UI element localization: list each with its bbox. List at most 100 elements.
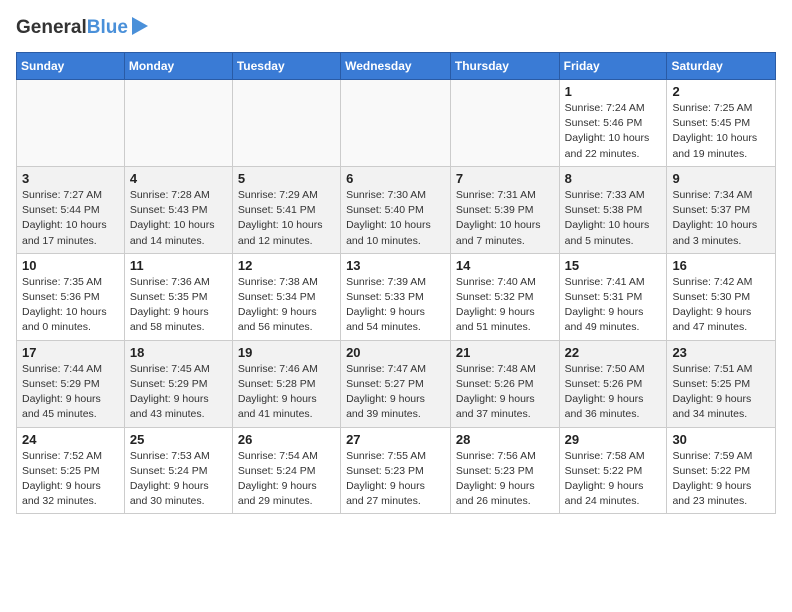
day-info: Sunrise: 7:48 AM Sunset: 5:26 PM Dayligh… bbox=[456, 362, 554, 423]
day-info: Sunrise: 7:40 AM Sunset: 5:32 PM Dayligh… bbox=[456, 275, 554, 336]
day-cell: 29 Sunrise: 7:58 AM Sunset: 5:22 PM Dayli… bbox=[559, 427, 667, 514]
weekday-header-row: SundayMondayTuesdayWednesdayThursdayFrid… bbox=[17, 53, 776, 80]
day-cell: 15 Sunrise: 7:41 AM Sunset: 5:31 PM Dayli… bbox=[559, 253, 667, 340]
day-number: 19 bbox=[238, 345, 335, 360]
calendar-table: SundayMondayTuesdayWednesdayThursdayFrid… bbox=[16, 52, 776, 514]
weekday-header-monday: Monday bbox=[124, 53, 232, 80]
logo-arrow-icon bbox=[132, 17, 148, 40]
day-number: 29 bbox=[565, 432, 662, 447]
day-number: 14 bbox=[456, 258, 554, 273]
day-number: 26 bbox=[238, 432, 335, 447]
day-cell: 18 Sunrise: 7:45 AM Sunset: 5:29 PM Dayli… bbox=[124, 340, 232, 427]
day-info: Sunrise: 7:52 AM Sunset: 5:25 PM Dayligh… bbox=[22, 449, 119, 510]
day-cell: 16 Sunrise: 7:42 AM Sunset: 5:30 PM Dayli… bbox=[667, 253, 776, 340]
day-info: Sunrise: 7:29 AM Sunset: 5:41 PM Dayligh… bbox=[238, 188, 335, 249]
day-number: 23 bbox=[672, 345, 770, 360]
day-cell: 11Sunrise: 7:36 AM Sunset: 5:35 PM Dayli… bbox=[124, 253, 232, 340]
day-cell: 7Sunrise: 7:31 AM Sunset: 5:39 PM Daylig… bbox=[450, 166, 559, 253]
day-cell: 6 Sunrise: 7:30 AM Sunset: 5:40 PM Daylig… bbox=[341, 166, 451, 253]
day-info: Sunrise: 7:33 AM Sunset: 5:38 PM Dayligh… bbox=[565, 188, 662, 249]
day-info: Sunrise: 7:39 AM Sunset: 5:33 PM Dayligh… bbox=[346, 275, 445, 336]
week-row-3: 10Sunrise: 7:35 AM Sunset: 5:36 PM Dayli… bbox=[17, 253, 776, 340]
day-cell: 20 Sunrise: 7:47 AM Sunset: 5:27 PM Dayli… bbox=[341, 340, 451, 427]
day-number: 24 bbox=[22, 432, 119, 447]
day-number: 10 bbox=[22, 258, 119, 273]
day-number: 20 bbox=[346, 345, 445, 360]
day-cell: 27Sunrise: 7:55 AM Sunset: 5:23 PM Dayli… bbox=[341, 427, 451, 514]
day-cell: 1Sunrise: 7:24 AM Sunset: 5:46 PM Daylig… bbox=[559, 80, 667, 167]
day-cell: 17 Sunrise: 7:44 AM Sunset: 5:29 PM Dayli… bbox=[17, 340, 125, 427]
week-row-5: 24 Sunrise: 7:52 AM Sunset: 5:25 PM Dayli… bbox=[17, 427, 776, 514]
day-number: 21 bbox=[456, 345, 554, 360]
day-cell: 22 Sunrise: 7:50 AM Sunset: 5:26 PM Dayli… bbox=[559, 340, 667, 427]
day-number: 11 bbox=[130, 258, 227, 273]
weekday-header-wednesday: Wednesday bbox=[341, 53, 451, 80]
day-cell: 14 Sunrise: 7:40 AM Sunset: 5:32 PM Dayli… bbox=[450, 253, 559, 340]
day-cell bbox=[124, 80, 232, 167]
day-cell bbox=[232, 80, 340, 167]
day-info: Sunrise: 7:51 AM Sunset: 5:25 PM Dayligh… bbox=[672, 362, 770, 423]
day-cell bbox=[17, 80, 125, 167]
day-info: Sunrise: 7:44 AM Sunset: 5:29 PM Dayligh… bbox=[22, 362, 119, 423]
weekday-header-saturday: Saturday bbox=[667, 53, 776, 80]
day-cell: 5 Sunrise: 7:29 AM Sunset: 5:41 PM Daylig… bbox=[232, 166, 340, 253]
day-number: 16 bbox=[672, 258, 770, 273]
week-row-2: 3 Sunrise: 7:27 AM Sunset: 5:44 PM Daylig… bbox=[17, 166, 776, 253]
day-info: Sunrise: 7:56 AM Sunset: 5:23 PM Dayligh… bbox=[456, 449, 554, 510]
day-info: Sunrise: 7:59 AM Sunset: 5:22 PM Dayligh… bbox=[672, 449, 770, 510]
logo-text: GeneralBlue bbox=[16, 17, 128, 39]
day-number: 30 bbox=[672, 432, 770, 447]
day-cell: 24 Sunrise: 7:52 AM Sunset: 5:25 PM Dayli… bbox=[17, 427, 125, 514]
day-number: 5 bbox=[238, 171, 335, 186]
day-number: 2 bbox=[672, 84, 770, 99]
day-cell: 13Sunrise: 7:39 AM Sunset: 5:33 PM Dayli… bbox=[341, 253, 451, 340]
day-cell bbox=[341, 80, 451, 167]
day-cell: 3 Sunrise: 7:27 AM Sunset: 5:44 PM Daylig… bbox=[17, 166, 125, 253]
day-cell: 25Sunrise: 7:53 AM Sunset: 5:24 PM Dayli… bbox=[124, 427, 232, 514]
day-info: Sunrise: 7:47 AM Sunset: 5:27 PM Dayligh… bbox=[346, 362, 445, 423]
day-cell: 9 Sunrise: 7:34 AM Sunset: 5:37 PM Daylig… bbox=[667, 166, 776, 253]
day-info: Sunrise: 7:46 AM Sunset: 5:28 PM Dayligh… bbox=[238, 362, 335, 423]
day-number: 6 bbox=[346, 171, 445, 186]
day-number: 4 bbox=[130, 171, 227, 186]
day-cell: 28 Sunrise: 7:56 AM Sunset: 5:23 PM Dayli… bbox=[450, 427, 559, 514]
day-cell: 21 Sunrise: 7:48 AM Sunset: 5:26 PM Dayli… bbox=[450, 340, 559, 427]
day-info: Sunrise: 7:41 AM Sunset: 5:31 PM Dayligh… bbox=[565, 275, 662, 336]
day-info: Sunrise: 7:55 AM Sunset: 5:23 PM Dayligh… bbox=[346, 449, 445, 510]
day-info: Sunrise: 7:27 AM Sunset: 5:44 PM Dayligh… bbox=[22, 188, 119, 249]
day-cell: 26 Sunrise: 7:54 AM Sunset: 5:24 PM Dayli… bbox=[232, 427, 340, 514]
day-cell: 4Sunrise: 7:28 AM Sunset: 5:43 PM Daylig… bbox=[124, 166, 232, 253]
weekday-header-friday: Friday bbox=[559, 53, 667, 80]
day-info: Sunrise: 7:42 AM Sunset: 5:30 PM Dayligh… bbox=[672, 275, 770, 336]
day-info: Sunrise: 7:38 AM Sunset: 5:34 PM Dayligh… bbox=[238, 275, 335, 336]
day-number: 22 bbox=[565, 345, 662, 360]
day-number: 1 bbox=[565, 84, 662, 99]
day-cell: 8 Sunrise: 7:33 AM Sunset: 5:38 PM Daylig… bbox=[559, 166, 667, 253]
day-cell: 12Sunrise: 7:38 AM Sunset: 5:34 PM Dayli… bbox=[232, 253, 340, 340]
weekday-header-thursday: Thursday bbox=[450, 53, 559, 80]
day-info: Sunrise: 7:50 AM Sunset: 5:26 PM Dayligh… bbox=[565, 362, 662, 423]
day-number: 9 bbox=[672, 171, 770, 186]
day-cell: 19 Sunrise: 7:46 AM Sunset: 5:28 PM Dayli… bbox=[232, 340, 340, 427]
day-cell bbox=[450, 80, 559, 167]
page-header: GeneralBlue bbox=[16, 16, 776, 40]
day-info: Sunrise: 7:45 AM Sunset: 5:29 PM Dayligh… bbox=[130, 362, 227, 423]
day-number: 8 bbox=[565, 171, 662, 186]
day-info: Sunrise: 7:58 AM Sunset: 5:22 PM Dayligh… bbox=[565, 449, 662, 510]
day-info: Sunrise: 7:25 AM Sunset: 5:45 PM Dayligh… bbox=[672, 101, 770, 162]
weekday-header-sunday: Sunday bbox=[17, 53, 125, 80]
day-info: Sunrise: 7:31 AM Sunset: 5:39 PM Dayligh… bbox=[456, 188, 554, 249]
day-number: 17 bbox=[22, 345, 119, 360]
day-number: 3 bbox=[22, 171, 119, 186]
week-row-4: 17 Sunrise: 7:44 AM Sunset: 5:29 PM Dayli… bbox=[17, 340, 776, 427]
day-number: 18 bbox=[130, 345, 227, 360]
day-number: 28 bbox=[456, 432, 554, 447]
day-info: Sunrise: 7:34 AM Sunset: 5:37 PM Dayligh… bbox=[672, 188, 770, 249]
day-info: Sunrise: 7:54 AM Sunset: 5:24 PM Dayligh… bbox=[238, 449, 335, 510]
logo: GeneralBlue bbox=[16, 16, 148, 40]
day-cell: 10Sunrise: 7:35 AM Sunset: 5:36 PM Dayli… bbox=[17, 253, 125, 340]
day-info: Sunrise: 7:30 AM Sunset: 5:40 PM Dayligh… bbox=[346, 188, 445, 249]
week-row-1: 1Sunrise: 7:24 AM Sunset: 5:46 PM Daylig… bbox=[17, 80, 776, 167]
day-number: 15 bbox=[565, 258, 662, 273]
day-cell: 23 Sunrise: 7:51 AM Sunset: 5:25 PM Dayli… bbox=[667, 340, 776, 427]
